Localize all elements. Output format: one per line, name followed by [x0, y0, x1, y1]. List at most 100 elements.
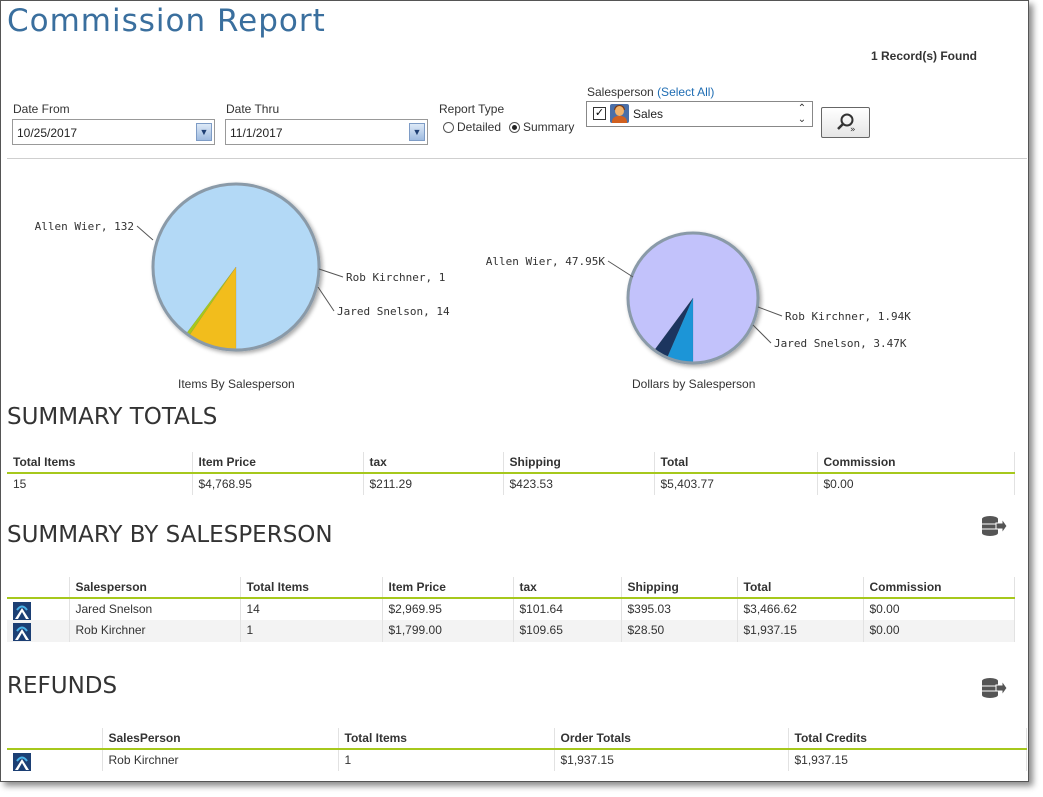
date-thru-label: Date Thru [226, 102, 280, 116]
salesperson-table: Salesperson Total Items Item Price tax Shipp… [7, 577, 1015, 642]
svg-text:»: » [850, 125, 856, 135]
summary-totals-header: Commission [817, 452, 1015, 474]
filter-divider [7, 158, 1027, 159]
salesperson-cell: Jared Snelson [69, 598, 241, 620]
radio-detailed-circle[interactable] [443, 121, 454, 133]
radio-summary[interactable]: Summary [509, 120, 574, 134]
salesperson-cell [7, 598, 70, 620]
pie-leader-line [317, 286, 335, 312]
salesperson-header: Commission [863, 577, 1015, 599]
salesperson-cell [7, 620, 70, 642]
date-thru-dropdown-icon[interactable]: ▼ [409, 123, 425, 141]
salesperson-cell: $0.00 [863, 598, 1015, 620]
radio-summary-circle[interactable] [509, 121, 520, 133]
salesperson-item-label: Sales [633, 107, 664, 121]
refunds-table: SalesPerson Total Items Order Totals Total … [7, 728, 1027, 771]
salesperson-label: Salesperson (Select All) [587, 85, 714, 99]
refunds-cell [7, 749, 103, 771]
refunds-cell: Rob Kirchner [102, 749, 339, 771]
salesperson-label-text: Salesperson [587, 85, 654, 99]
salesperson-cell: 14 [240, 598, 383, 620]
user-avatar-icon [610, 104, 629, 123]
salesperson-cell: $3,466.62 [737, 598, 864, 620]
report-type-label: Report Type [439, 102, 505, 116]
select-all-link[interactable]: (Select All) [657, 85, 714, 99]
summary-totals-table: Total Items Item Price tax Shipping Total Com… [7, 452, 1015, 495]
export-refunds-icon[interactable] [981, 677, 1007, 699]
pie-leader-line [318, 268, 344, 278]
salesperson-header: Shipping [621, 577, 738, 599]
radio-detailed-label: Detailed [457, 120, 502, 134]
pie-leader-line [607, 260, 634, 278]
salesperson-cell: Rob Kirchner [69, 620, 241, 642]
summary-totals-header: Total [654, 452, 818, 474]
refunds-header: Total Credits [788, 728, 1027, 750]
page-title: Commission Report [7, 3, 326, 39]
salesperson-cell: $1,937.15 [737, 620, 864, 642]
salesperson-header: Item Price [382, 577, 514, 599]
refunds-header: Order Totals [554, 728, 789, 750]
pie-data-label: Allen Wier, 47.95K [486, 255, 606, 268]
summary-totals-cell: $423.53 [503, 473, 655, 495]
salesperson-row: Jared Snelson 14 $2,969.95 $101.64 $395.03 $3… [7, 598, 1015, 620]
export-data-icon[interactable] [981, 515, 1007, 537]
salesperson-row: Rob Kirchner 1 $1,799.00 $109.65 $28.50 $1,93… [7, 620, 1015, 642]
salesperson-header: Salesperson [69, 577, 241, 599]
salesperson-cell: $109.65 [513, 620, 622, 642]
charts-area: Allen Wier, 132 Rob Kirchner, 1 Jared Snel… [35, 182, 911, 365]
salesperson-cell: $28.50 [621, 620, 738, 642]
date-thru-input[interactable]: 11/1/2017 ▼ [225, 119, 428, 145]
date-from-label: Date From [13, 102, 70, 116]
report-window: Commission Report 1 Record(s) Found Date… [0, 0, 1029, 782]
refunds-title: REFUNDS [7, 673, 118, 699]
date-thru-value: 11/1/2017 [230, 126, 283, 140]
summary-totals-title: SUMMARY TOTALS [7, 404, 218, 430]
refunds-header [7, 728, 103, 750]
summary-by-salesperson-title: SUMMARY BY SALESPERSON [7, 522, 333, 548]
pie-chart-1 [626, 231, 760, 365]
summary-totals-header: Total Items [7, 452, 193, 474]
pie-leader-line [136, 225, 154, 241]
salesperson-row-icon[interactable] [13, 602, 31, 620]
pie-data-label: Allen Wier, 132 [35, 220, 134, 233]
summary-totals-header: Item Price [192, 452, 364, 474]
refunds-cell: $1,937.15 [554, 749, 789, 771]
date-from-value: 10/25/2017 [17, 126, 78, 140]
summary-totals-cell: 15 [7, 473, 193, 495]
refunds-header: SalesPerson [102, 728, 339, 750]
date-from-dropdown-icon[interactable]: ▼ [196, 123, 212, 141]
radio-summary-label: Summary [523, 120, 575, 134]
summary-totals-header: Shipping [503, 452, 655, 474]
pie-data-label: Rob Kirchner, 1.94K [785, 310, 911, 323]
date-from-input[interactable]: 10/25/2017 ▼ [12, 119, 215, 145]
salesperson-cell: $2,969.95 [382, 598, 514, 620]
summary-totals-cell: $4,768.95 [192, 473, 364, 495]
salesperson-header: Total [737, 577, 864, 599]
salesperson-header [7, 577, 70, 599]
summary-totals-cell: $211.29 [363, 473, 504, 495]
salesperson-cell: $1,799.00 [382, 620, 514, 642]
salesperson-row-icon[interactable] [13, 753, 31, 771]
pie-data-label: Jared Snelson, 3.47K [774, 337, 907, 350]
summary-totals-header: tax [363, 452, 504, 474]
salesperson-list[interactable]: ✓ Sales ⌃ ⌄ [586, 101, 813, 127]
spinner-arrows-icon[interactable]: ⌃ ⌄ [794, 103, 810, 125]
salesperson-cell: $395.03 [621, 598, 738, 620]
pie-data-label: Rob Kirchner, 1 [346, 271, 445, 284]
magnifier-icon: » [837, 113, 856, 135]
pie-data-label: Jared Snelson, 14 [337, 305, 450, 318]
sales-checkbox[interactable]: ✓ [593, 107, 606, 120]
salesperson-header: Total Items [240, 577, 383, 599]
refunds-row: Rob Kirchner 1 $1,937.15 $1,937.15 [7, 749, 1027, 771]
pie-leader-line [752, 324, 772, 344]
search-button[interactable]: » [821, 107, 870, 138]
summary-totals-cell: $5,403.77 [654, 473, 818, 495]
records-found: 1 Record(s) Found [871, 49, 978, 63]
chart-dollars-caption: Dollars by Salesperson [632, 377, 756, 391]
salesperson-cell: $0.00 [863, 620, 1015, 642]
summary-totals-row: 15 $4,768.95 $211.29 $423.53 $5,403.77 $0.00 [7, 473, 1015, 495]
salesperson-row-icon[interactable] [13, 623, 31, 641]
radio-detailed[interactable]: Detailed [443, 120, 501, 134]
refunds-header: Total Items [338, 728, 555, 750]
refunds-cell: $1,937.15 [788, 749, 1027, 771]
